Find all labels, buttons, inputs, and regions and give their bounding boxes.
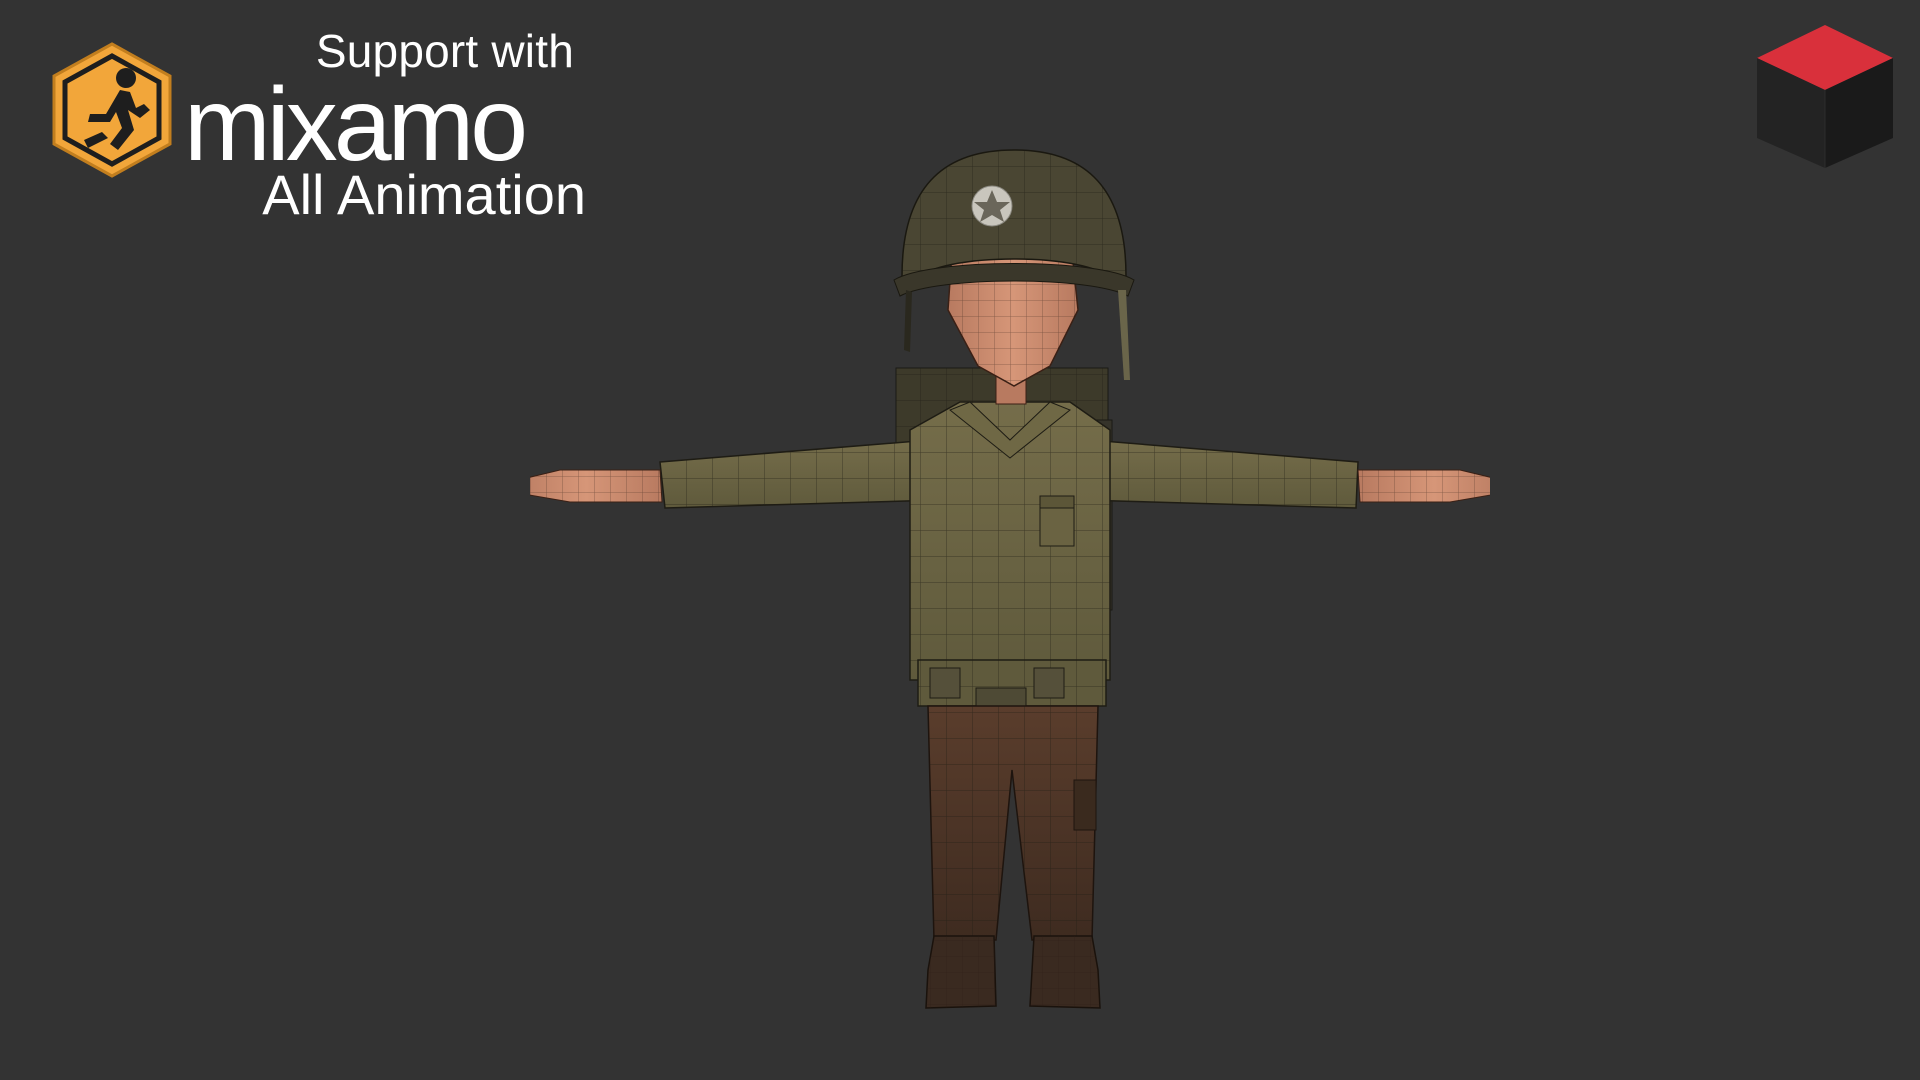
render-canvas: Support with mixamo All Animation [0,0,1920,1080]
torso [909,401,1111,681]
right-arm [1081,439,1490,509]
soldier-character-model [530,149,1490,1009]
mixamo-promo: Support with mixamo All Animation [50,20,586,230]
boots [925,935,1101,1009]
belt [917,659,1107,709]
mixamo-running-figure-icon [52,42,172,178]
left-arm [530,439,941,509]
pants [927,705,1099,941]
3d-cube-icon [1757,25,1893,168]
